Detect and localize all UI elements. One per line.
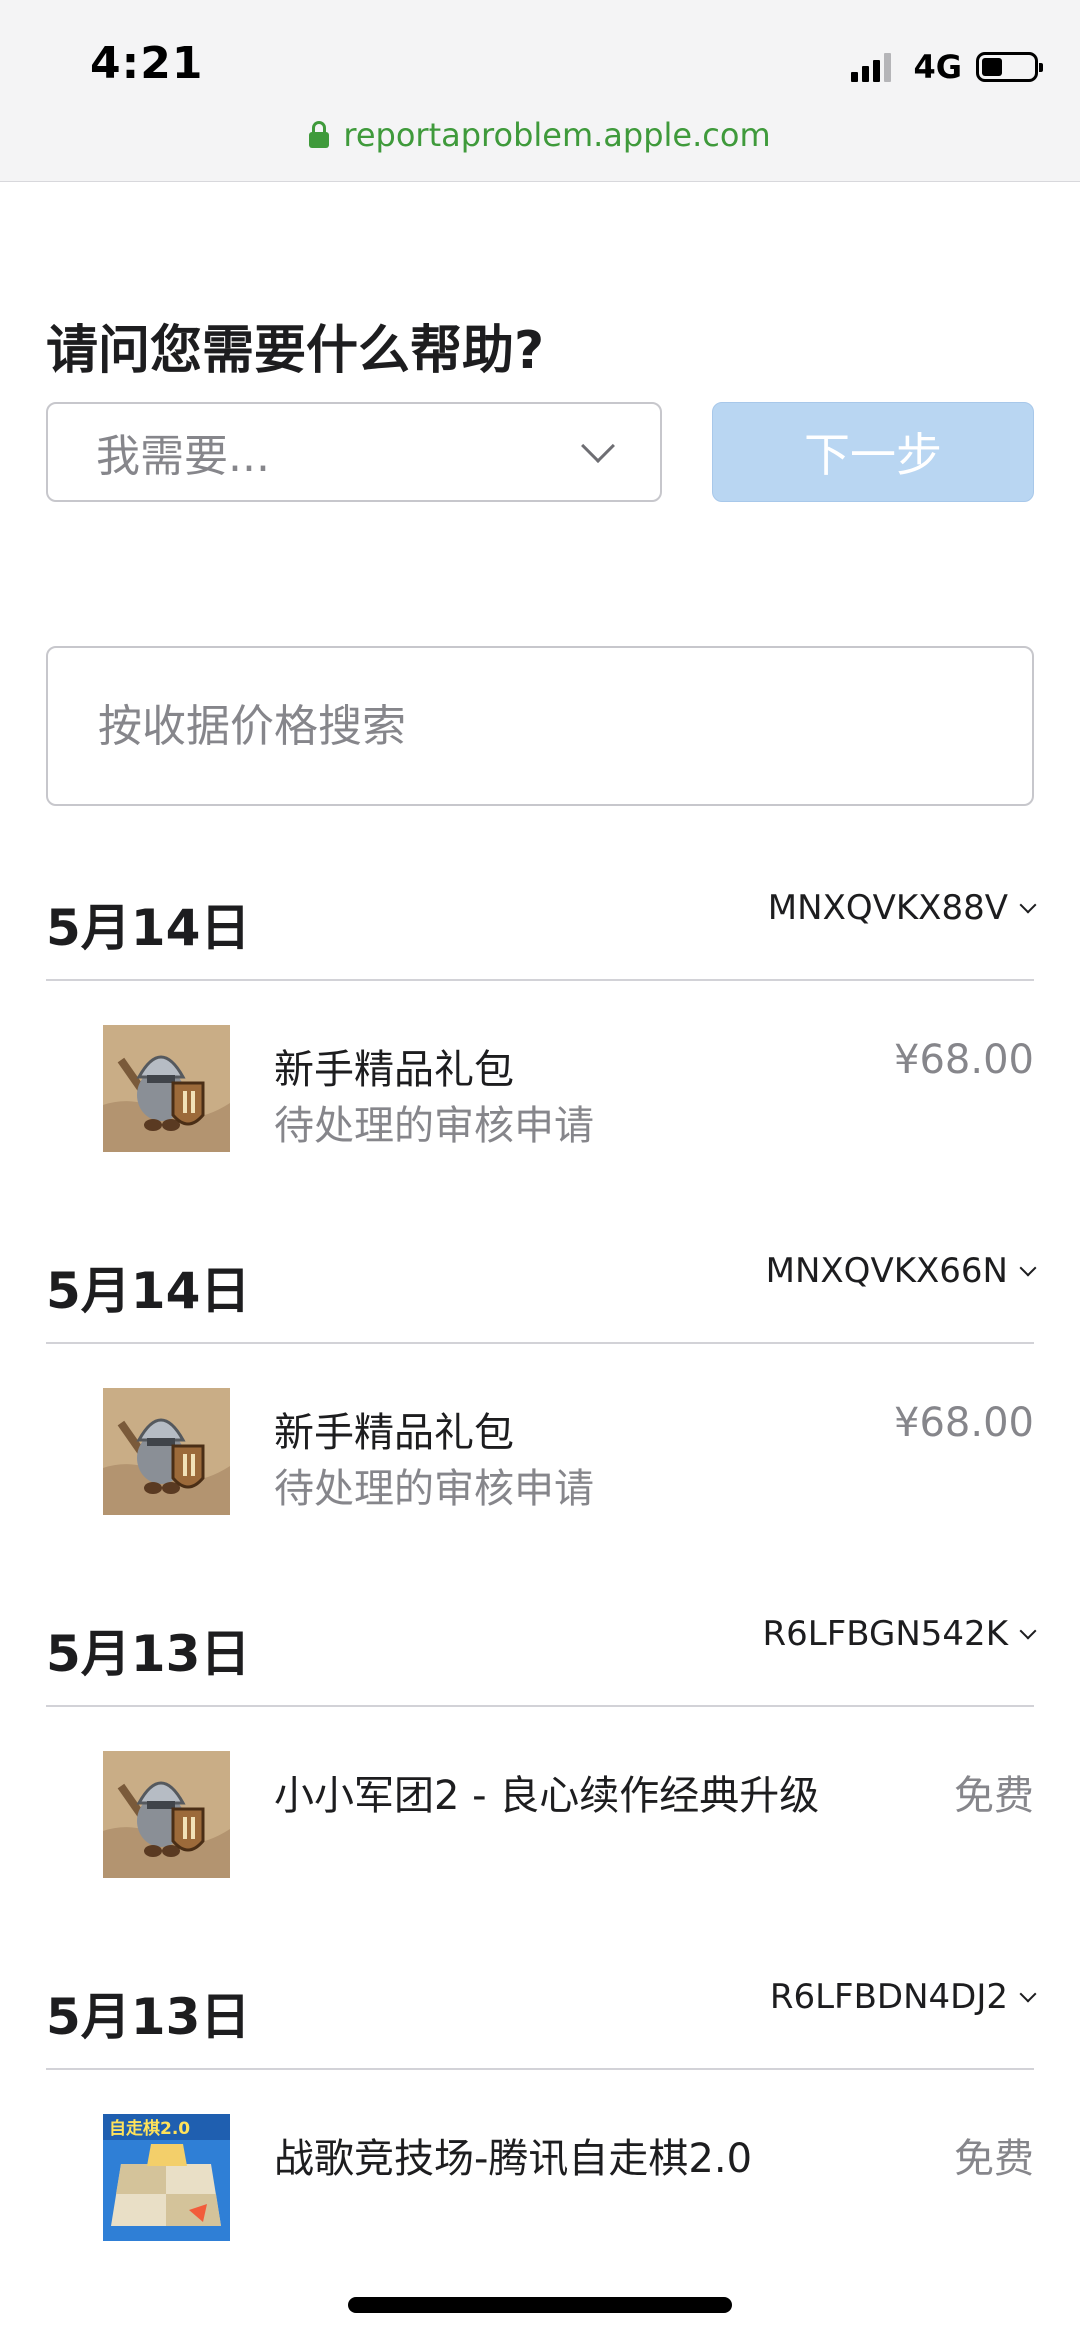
item-status: 待处理的审核申请: [274, 1103, 594, 1149]
icon-badge-text: 自走棋2.0: [109, 2118, 190, 2139]
knight-game-icon: [103, 1025, 230, 1152]
home-indicator[interactable]: [348, 2297, 732, 2313]
next-button[interactable]: 下一步: [712, 402, 1034, 502]
url-text[interactable]: reportaproblem.apple.com: [343, 116, 770, 154]
chevron-down-icon[interactable]: [1019, 1622, 1037, 1640]
lock-icon: [309, 121, 330, 149]
chess-game-icon: 自走棋2.0: [103, 2114, 230, 2241]
purchase-date: 5月13日: [46, 1988, 251, 2046]
help-topic-select[interactable]: 我需要...: [46, 402, 662, 502]
page-title: 请问您需要什么帮助?: [46, 321, 545, 381]
order-id-toggle[interactable]: R6LFBDN4DJ2: [770, 1977, 1037, 2017]
purchase-group-header: 5月14日 MNXQVKX66N: [46, 1223, 1037, 1344]
knight-game-icon: [103, 1751, 230, 1878]
purchase-group: 5月13日 R6LFBDN4DJ2 自走棋2.0 战歌竞技场-腾讯自走棋2.0 …: [0, 1949, 1080, 2312]
address-bar[interactable]: reportaproblem.apple.com: [0, 112, 1080, 158]
chevron-down-icon[interactable]: [1019, 896, 1037, 914]
purchase-date: 5月14日: [46, 1262, 251, 1320]
order-id[interactable]: R6LFBGN542K: [763, 1614, 1008, 1654]
item-status: 待处理的审核申请: [274, 1466, 594, 1512]
item-price: ¥68.00: [894, 1400, 1034, 1446]
item-name[interactable]: 新手精品礼包: [274, 1037, 514, 1095]
item-price: ¥68.00: [894, 1037, 1034, 1083]
purchase-group-header: 5月14日 MNXQVKX88V: [46, 860, 1037, 981]
purchase-item[interactable]: 新手精品礼包 待处理的审核申请 ¥68.00: [0, 1344, 1080, 1586]
chevron-down-icon[interactable]: [1019, 1985, 1037, 2003]
battery-icon: [976, 52, 1043, 82]
order-id[interactable]: R6LFBDN4DJ2: [770, 1977, 1008, 2017]
order-id-toggle[interactable]: MNXQVKX66N: [766, 1251, 1037, 1291]
purchase-group: 5月14日 MNXQVKX88V 新手精品礼包 待处理的审核申请 ¥68.00: [0, 860, 1080, 1223]
purchase-group-header: 5月13日 R6LFBGN542K: [46, 1586, 1037, 1707]
order-id-toggle[interactable]: MNXQVKX88V: [768, 888, 1037, 928]
order-id-toggle[interactable]: R6LFBGN542K: [763, 1614, 1037, 1654]
purchase-group-header: 5月13日 R6LFBDN4DJ2: [46, 1949, 1037, 2070]
help-select-placeholder: 我需要...: [96, 431, 270, 482]
purchase-group: 5月13日 R6LFBGN542K 小小军团2 - 良心续作经典升级 免费: [0, 1586, 1080, 1949]
purchase-group: 5月14日 MNXQVKX66N 新手精品礼包 待处理的审核申请 ¥68.00: [0, 1223, 1080, 1586]
purchase-date: 5月14日: [46, 899, 251, 957]
chevron-down-icon[interactable]: [1019, 1259, 1037, 1277]
item-price: 免费: [954, 2136, 1034, 2182]
status-indicators: 4G: [851, 48, 1043, 86]
browser-top-bar: 4:21 4G reportaproblem.apple.com: [0, 0, 1080, 182]
item-name[interactable]: 战歌竞技场-腾讯自走棋2.0: [274, 2126, 752, 2184]
item-price: 免费: [954, 1773, 1034, 1819]
chevron-down-icon: [581, 429, 615, 463]
item-name[interactable]: 小小军团2 - 良心续作经典升级: [274, 1763, 819, 1821]
purchase-list: 5月14日 MNXQVKX88V 新手精品礼包 待处理的审核申请 ¥68.00 …: [0, 860, 1080, 2312]
item-name[interactable]: 新手精品礼包: [274, 1400, 514, 1458]
purchase-date: 5月13日: [46, 1625, 251, 1683]
order-id[interactable]: MNXQVKX88V: [768, 888, 1008, 928]
network-type: 4G: [913, 48, 962, 86]
knight-game-icon: [103, 1388, 230, 1515]
search-field[interactable]: [46, 646, 1034, 806]
purchase-item[interactable]: 自走棋2.0 战歌竞技场-腾讯自走棋2.0 免费: [0, 2070, 1080, 2312]
status-time: 4:21: [90, 38, 204, 89]
purchase-item[interactable]: 小小军团2 - 良心续作经典升级 免费: [0, 1707, 1080, 1949]
receipt-search-input[interactable]: [96, 699, 1032, 753]
cellular-signal-icon: [851, 52, 895, 82]
purchase-item[interactable]: 新手精品礼包 待处理的审核申请 ¥68.00: [0, 981, 1080, 1223]
order-id[interactable]: MNXQVKX66N: [766, 1251, 1008, 1291]
